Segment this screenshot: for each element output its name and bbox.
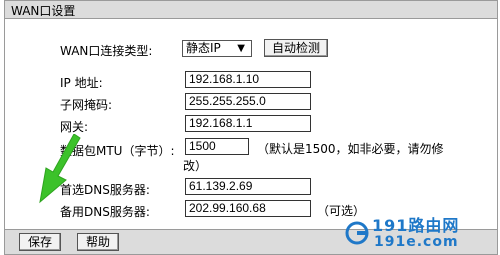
mtu-note-line1: （默认是1500，如非必要，请勿修 [257, 142, 444, 156]
gateway-input[interactable]: 192.168.1.1 [185, 115, 311, 132]
primary-dns-input[interactable]: 61.139.2.69 [185, 178, 311, 195]
save-button[interactable]: 保存 [19, 233, 61, 251]
panel-title: WAN口设置 [11, 4, 76, 18]
watermark: 191路由网 191e.com [344, 210, 494, 254]
secondary-dns-input[interactable]: 202.99.160.68 [185, 200, 311, 217]
watermark-line1: 191路由网 [372, 216, 460, 235]
green-arrow-icon [39, 134, 81, 204]
wan-type-label: WAN口连接类型: [60, 44, 153, 58]
subnet-mask-label: 子网掩码: [60, 98, 113, 112]
auto-detect-button[interactable]: 自动检测 [264, 39, 328, 57]
wan-type-value: 静态IP [186, 41, 221, 55]
mtu-note-line2: 改） [183, 159, 208, 173]
wan-type-select[interactable]: 静态IP ▼ [182, 40, 252, 57]
ip-address-input[interactable]: 192.168.1.10 [185, 71, 311, 88]
dropdown-arrow-icon: ▼ [237, 43, 245, 54]
subnet-mask-input[interactable]: 255.255.255.0 [185, 93, 311, 110]
mtu-input[interactable]: 1500 [185, 138, 249, 155]
help-button[interactable]: 帮助 [77, 233, 119, 251]
gateway-label: 网关: [60, 120, 89, 134]
ip-address-label: IP 地址: [60, 76, 103, 90]
watermark-logo-icon [345, 221, 369, 245]
watermark-line2: 191e.com [374, 234, 459, 250]
panel-title-bar: WAN口设置 [5, 1, 497, 19]
